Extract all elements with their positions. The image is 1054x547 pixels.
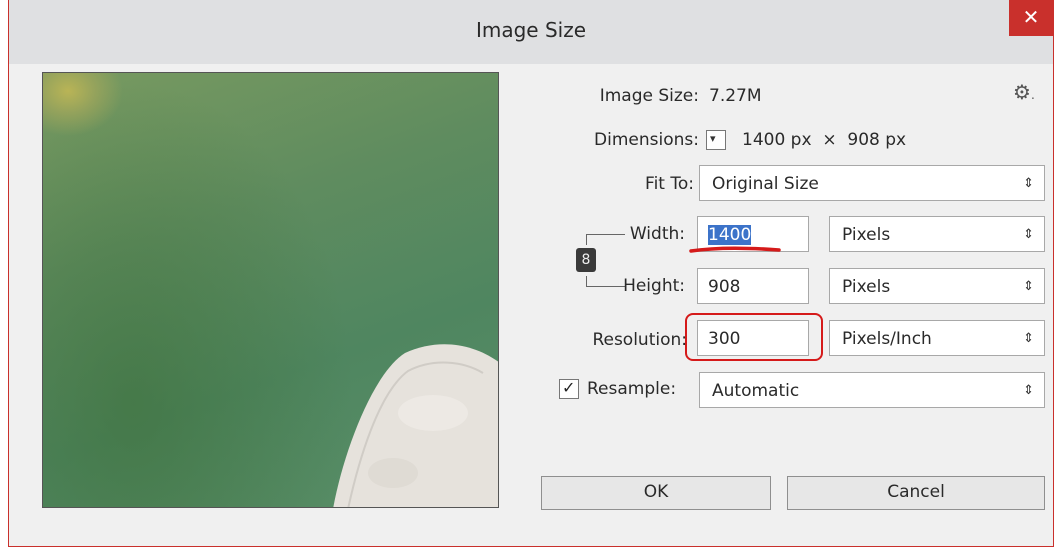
image-size-value: 7.27M — [709, 86, 762, 106]
dialog-title: Image Size — [475, 18, 587, 42]
fit-to-value: Original Size — [712, 174, 819, 194]
width-label: Width: — [629, 224, 685, 244]
constrain-proportions-link-icon[interactable]: 8 — [576, 248, 596, 272]
resolution-label: Resolution: — [592, 330, 687, 350]
image-size-label: Image Size: — [599, 86, 699, 106]
dimensions-value: 1400 px × 908 px — [742, 130, 907, 150]
close-button[interactable]: ✕ — [1009, 0, 1053, 36]
ok-button[interactable]: OK — [541, 476, 771, 510]
dimensions-dropdown-button[interactable]: ▾ — [706, 130, 726, 150]
resolution-unit-select[interactable]: Pixels/Inch ⇕ — [829, 320, 1045, 356]
width-unit-select[interactable]: Pixels ⇕ — [829, 216, 1045, 252]
select-arrows-icon: ⇕ — [1023, 331, 1034, 346]
resolution-unit-value: Pixels/Inch — [842, 329, 932, 349]
image-size-dialog: Image Size ✕ Image Size: 7.27M ⚙. Dimens… — [8, 0, 1054, 547]
select-arrows-icon: ⇕ — [1023, 176, 1034, 191]
height-value: 908 — [708, 277, 741, 297]
chevron-down-icon: ▾ — [710, 132, 716, 145]
height-unit-value: Pixels — [842, 277, 891, 297]
width-unit-value: Pixels — [842, 225, 891, 245]
fit-to-select[interactable]: Original Size ⇕ — [699, 165, 1045, 201]
dimensions-label: Dimensions: — [594, 130, 699, 150]
select-arrows-icon: ⇕ — [1023, 383, 1034, 398]
resample-method-select[interactable]: Automatic ⇕ — [699, 372, 1045, 408]
height-label: Height: — [623, 276, 685, 296]
resample-checkbox[interactable]: ✓ — [559, 378, 579, 399]
preview-image-content — [333, 344, 498, 507]
resample-label: Resample: — [587, 379, 677, 399]
select-arrows-icon: ⇕ — [1023, 227, 1034, 242]
gear-icon[interactable]: ⚙. — [1013, 80, 1035, 104]
resample-method-value: Automatic — [712, 381, 800, 401]
checkmark-icon: ✓ — [562, 378, 576, 397]
red-underline-annotation — [689, 246, 781, 253]
cancel-button[interactable]: Cancel — [787, 476, 1045, 510]
resolution-input[interactable]: 300 — [697, 320, 809, 356]
image-preview[interactable] — [42, 72, 499, 508]
resolution-value: 300 — [708, 329, 741, 349]
title-bar: Image Size ✕ — [9, 0, 1053, 64]
fit-to-label: Fit To: — [645, 174, 694, 194]
select-arrows-icon: ⇕ — [1023, 279, 1034, 294]
height-unit-select[interactable]: Pixels ⇕ — [829, 268, 1045, 304]
height-input[interactable]: 908 — [697, 268, 809, 304]
